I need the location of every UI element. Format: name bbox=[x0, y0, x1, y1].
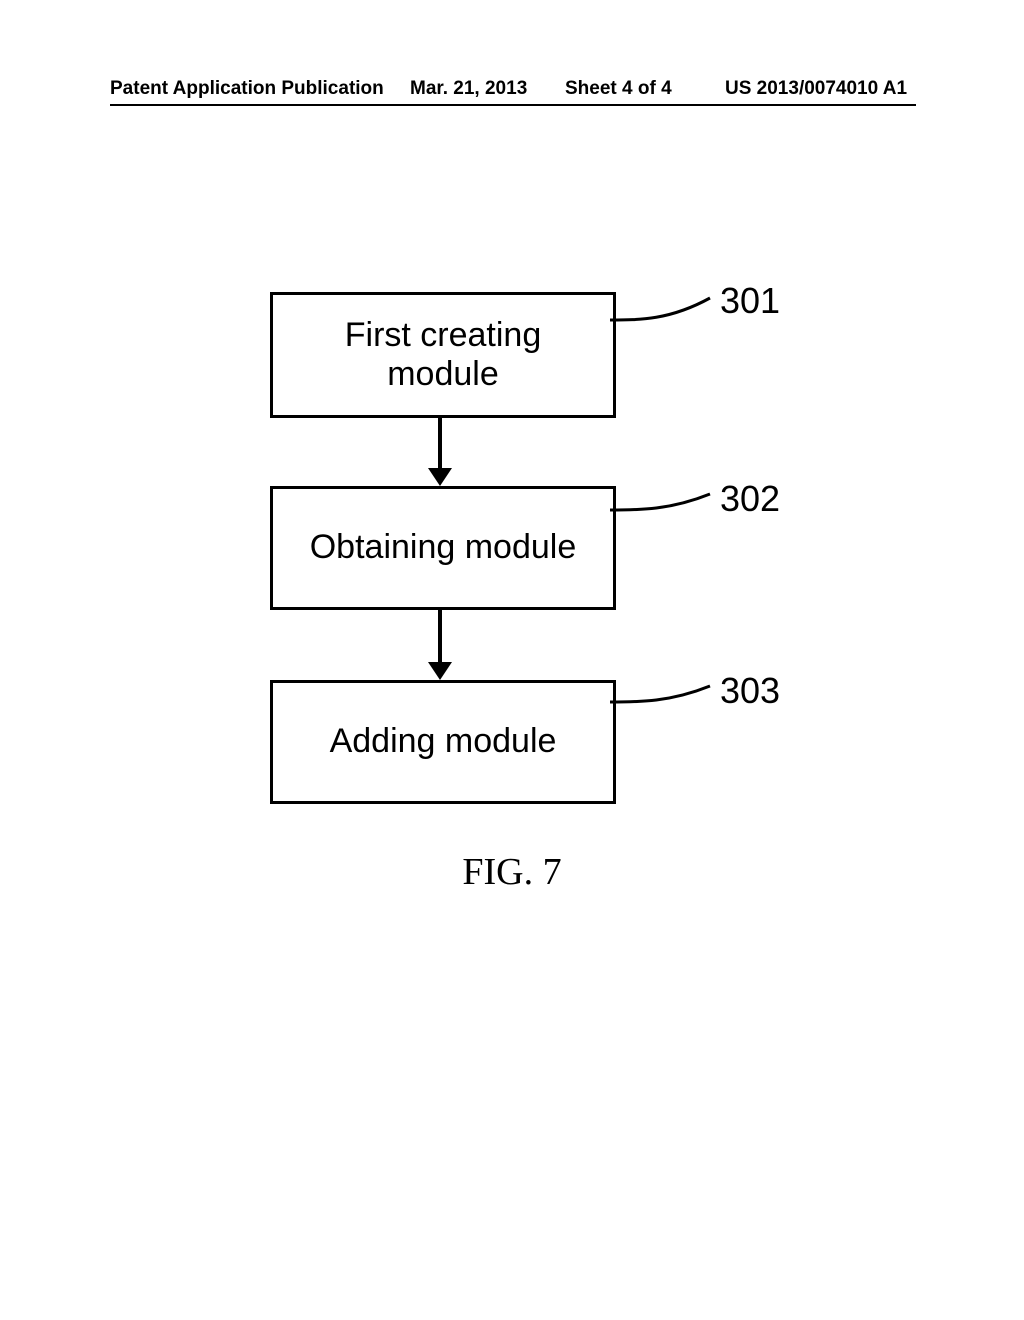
block-adding-module: Adding module bbox=[270, 680, 616, 804]
block-label: Adding module bbox=[330, 722, 557, 761]
reference-numeral-302: 302 bbox=[720, 478, 780, 520]
leader-line-301 bbox=[610, 290, 720, 340]
arrow-shaft-2 bbox=[438, 607, 442, 663]
header-date: Mar. 21, 2013 bbox=[410, 78, 527, 100]
figure-caption: FIG. 7 bbox=[0, 850, 1024, 894]
header-publication-number: US 2013/0074010 A1 bbox=[725, 78, 907, 100]
leader-line-303 bbox=[610, 680, 720, 720]
block-obtaining-module: Obtaining module bbox=[270, 486, 616, 610]
header-rule bbox=[110, 104, 916, 106]
reference-numeral-301: 301 bbox=[720, 280, 780, 322]
header-sheet: Sheet 4 of 4 bbox=[565, 78, 672, 100]
arrow-head-2 bbox=[428, 662, 452, 680]
block-label: Obtaining module bbox=[310, 528, 577, 567]
leader-line-302 bbox=[610, 488, 720, 528]
block-label: First creating module bbox=[345, 316, 542, 394]
block-first-creating-module: First creating module bbox=[270, 292, 616, 418]
reference-numeral-303: 303 bbox=[720, 670, 780, 712]
arrow-shaft-1 bbox=[438, 415, 442, 470]
header-publication-type: Patent Application Publication bbox=[110, 78, 384, 100]
arrow-head-1 bbox=[428, 468, 452, 486]
